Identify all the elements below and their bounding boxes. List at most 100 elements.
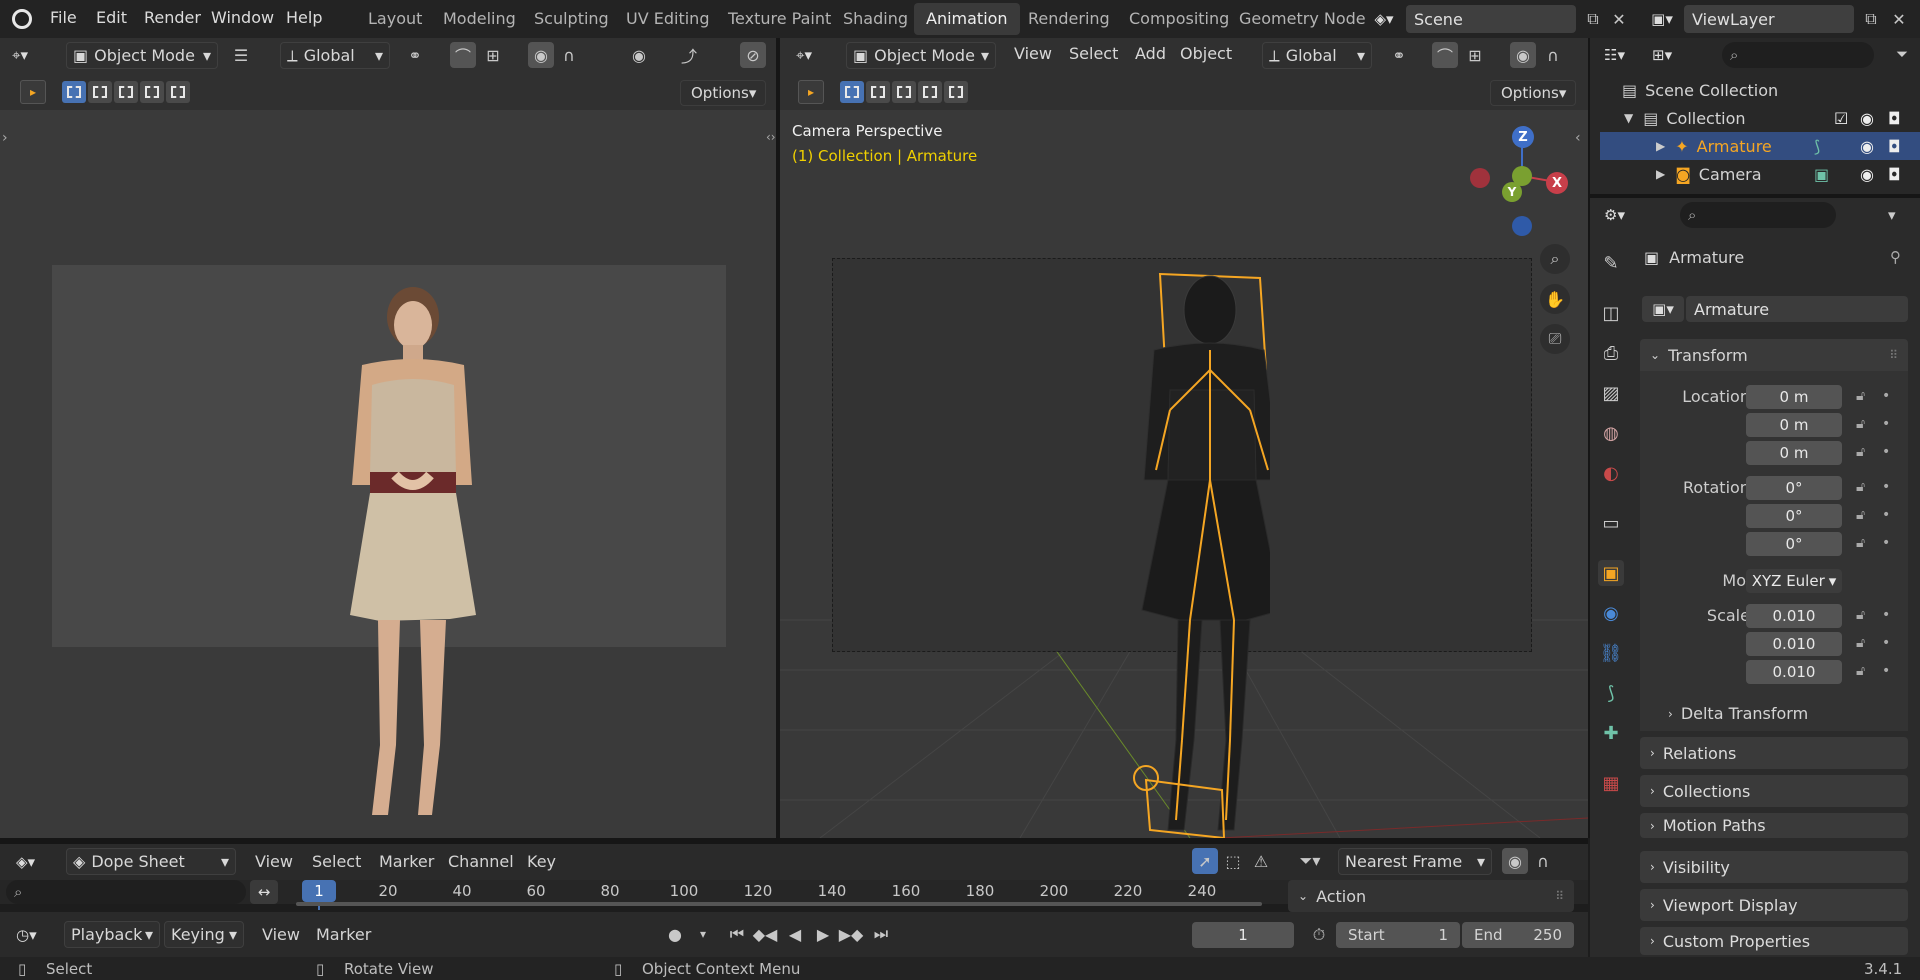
location-y-field[interactable]: 0 m bbox=[1746, 413, 1842, 437]
dopesheet-scrollbar[interactable] bbox=[296, 902, 1262, 906]
keyframe-dot-icon[interactable]: • bbox=[1882, 535, 1890, 551]
lock-icon[interactable]: 🔓︎ bbox=[1856, 635, 1865, 651]
left-mode-dropdown[interactable]: ▣ Object Mode ▾ bbox=[66, 42, 218, 69]
expand-arrow-icon[interactable]: ▶ bbox=[1656, 167, 1665, 181]
tab-animation[interactable]: Animation bbox=[914, 3, 1020, 35]
scale-x-field[interactable]: 0.010 bbox=[1746, 604, 1842, 628]
view-layer-field[interactable]: ViewLayer bbox=[1684, 5, 1854, 33]
armature-data-icon[interactable]: ⟆ bbox=[1814, 137, 1820, 156]
right-selection-mode-group[interactable] bbox=[840, 81, 968, 103]
duplicate-view-layer-icon[interactable]: ⧉ bbox=[1858, 6, 1884, 32]
right-options-dropdown[interactable]: Options ▾ bbox=[1490, 80, 1576, 106]
right-snap-target-icon[interactable]: ⊞ bbox=[1462, 42, 1488, 68]
outliner-row-scene-collection[interactable]: ▤ Scene Collection bbox=[1600, 76, 1920, 104]
view-layer-tab-icon[interactable]: ▨ bbox=[1598, 380, 1624, 406]
tool-tab-icon[interactable]: ✎ bbox=[1598, 250, 1624, 276]
properties-options-icon[interactable]: ▾ bbox=[1888, 206, 1896, 224]
pin-icon[interactable]: ⚲ bbox=[1890, 248, 1901, 266]
dopesheet-proportional-icon[interactable]: ◉ bbox=[1502, 848, 1528, 874]
action-panel[interactable]: ⌄ Action ⠿ bbox=[1288, 880, 1574, 912]
eye-icon[interactable]: ◉ bbox=[1860, 137, 1874, 156]
hamburger-icon[interactable]: ☰ bbox=[228, 42, 254, 68]
play-reverse-icon[interactable]: ◀ bbox=[782, 921, 808, 947]
outliner-row-armature[interactable]: ▶ ✦ Armature ⟆ ◉ ◘ bbox=[1600, 132, 1920, 160]
visibility-icon[interactable]: ◉ bbox=[626, 42, 652, 68]
lock-icon[interactable]: 🔓︎ bbox=[1856, 479, 1865, 495]
motion-paths-panel[interactable]: › Motion Paths bbox=[1640, 813, 1908, 838]
pivot-icon[interactable]: ⚭ bbox=[402, 42, 428, 68]
object-browse-icon[interactable]: ▣▾ bbox=[1642, 296, 1684, 322]
left-orientation-dropdown[interactable]: ⟂ Global ▾ bbox=[280, 42, 390, 69]
right-sidebar-toggle-icon[interactable]: ‹ bbox=[1575, 130, 1581, 146]
lock-icon[interactable]: 🔓︎ bbox=[1856, 607, 1865, 623]
rotation-z-field[interactable]: 0° bbox=[1746, 532, 1842, 556]
navigation-gizmo[interactable]: Z X Y bbox=[1428, 120, 1578, 240]
view-layer-icon[interactable]: ▣▾ bbox=[1644, 5, 1680, 33]
viewport-display-panel[interactable]: › Viewport Display bbox=[1640, 889, 1908, 921]
lock-icon[interactable]: 🔓︎ bbox=[1856, 535, 1865, 551]
right-orientation-dropdown[interactable]: ⟂ Global ▾ bbox=[1262, 42, 1372, 69]
right-select-invert-icon[interactable] bbox=[918, 81, 942, 103]
relations-panel[interactable]: › Relations bbox=[1640, 737, 1908, 769]
duplicate-scene-icon[interactable]: ⧉ bbox=[1580, 6, 1606, 32]
only-errors-icon[interactable]: ⚠ bbox=[1248, 848, 1274, 874]
location-z-field[interactable]: 0 m bbox=[1746, 441, 1842, 465]
physics-tab-icon[interactable]: ◉ bbox=[1598, 600, 1624, 626]
next-keyframe-icon[interactable]: ▶◆ bbox=[838, 921, 864, 947]
dopesheet-menu-select[interactable]: Select bbox=[312, 852, 361, 871]
right-select-subtract-icon[interactable] bbox=[892, 81, 916, 103]
tab-texture-paint[interactable]: Texture Paint bbox=[716, 3, 843, 35]
right-select-new-icon[interactable] bbox=[840, 81, 864, 103]
scale-y-field[interactable]: 0.010 bbox=[1746, 632, 1842, 656]
left-sidebar-toggle-icon[interactable]: › bbox=[2, 130, 8, 146]
show-hidden-icon[interactable]: ⬚ bbox=[1220, 848, 1246, 874]
drag-handle-icon[interactable]: ⠿ bbox=[1555, 889, 1564, 903]
menu-select[interactable]: Select bbox=[1069, 44, 1118, 63]
properties-search-input[interactable]: ⌕ bbox=[1680, 202, 1836, 228]
select-intersect-icon[interactable] bbox=[166, 81, 190, 103]
keyframe-dot-icon[interactable]: • bbox=[1882, 635, 1890, 651]
menu-render[interactable]: Render bbox=[144, 8, 201, 27]
blender-logo[interactable] bbox=[12, 9, 32, 29]
render-camera-icon[interactable]: ◘ bbox=[1888, 165, 1901, 184]
auto-key-options-icon[interactable]: ▾ bbox=[690, 921, 716, 947]
dopesheet-search-input[interactable]: ⌕ bbox=[6, 880, 246, 904]
armature-data-tab-icon[interactable]: ⟆ bbox=[1598, 680, 1624, 706]
tab-layout[interactable]: Layout bbox=[356, 3, 434, 35]
start-frame-field[interactable]: Start 1 bbox=[1336, 922, 1460, 948]
snap-icon[interactable]: ⌒ bbox=[450, 42, 476, 68]
right-select-tool-icon[interactable]: ▸ bbox=[798, 80, 824, 104]
editor-type-icon[interactable]: ⌖▾ bbox=[12, 42, 56, 68]
scene-icon[interactable]: ◈▾ bbox=[1366, 5, 1402, 33]
expand-arrow-icon[interactable]: ▶ bbox=[1656, 139, 1665, 153]
dopesheet-falloff-icon[interactable]: ∩ bbox=[1530, 848, 1556, 874]
select-invert-icon[interactable] bbox=[140, 81, 164, 103]
selection-mode-group[interactable] bbox=[62, 81, 190, 103]
rotation-x-field[interactable]: 0° bbox=[1746, 476, 1842, 500]
stopwatch-icon[interactable]: ⏱ bbox=[1306, 922, 1332, 948]
filter-icon[interactable]: ⏷ bbox=[1896, 45, 1908, 63]
keyframe-dot-icon[interactable]: • bbox=[1882, 663, 1890, 679]
dopesheet-menu-key[interactable]: Key bbox=[527, 852, 556, 871]
rotation-mode-dropdown[interactable]: XYZ Euler ▾ bbox=[1746, 569, 1842, 593]
eye-icon[interactable]: ◉ bbox=[1860, 109, 1874, 128]
keyframe-dot-icon[interactable]: • bbox=[1882, 507, 1890, 523]
right-pivot-icon[interactable]: ⚭ bbox=[1386, 42, 1412, 68]
right-select-extend-icon[interactable] bbox=[866, 81, 890, 103]
keyframe-dot-icon[interactable]: • bbox=[1882, 479, 1890, 495]
keyframe-dot-icon[interactable]: • bbox=[1882, 416, 1890, 432]
close-view-layer-icon[interactable]: ✕ bbox=[1886, 6, 1912, 32]
object-tab-icon[interactable]: ▣ bbox=[1598, 560, 1624, 586]
object-name-field[interactable]: Armature bbox=[1686, 296, 1908, 322]
dopesheet-menu-channel[interactable]: Channel bbox=[448, 852, 514, 871]
menu-file[interactable]: File bbox=[50, 8, 77, 27]
outliner-editor-icon[interactable]: ☷▾ bbox=[1604, 42, 1644, 68]
collection-tab-icon[interactable]: ▭ bbox=[1598, 510, 1624, 536]
constraints-tab-icon[interactable]: ⛓ bbox=[1598, 640, 1624, 666]
right-mode-dropdown[interactable]: ▣ Object Mode ▾ bbox=[846, 42, 996, 69]
camera-data-icon[interactable]: ▣ bbox=[1814, 165, 1829, 184]
outliner-row-collection[interactable]: ▼ ▤ Collection ☑ ◉ ◘ bbox=[1600, 104, 1920, 132]
keying-dropdown[interactable]: Keying ▾ bbox=[164, 921, 244, 948]
delta-transform-subpanel[interactable]: › Delta Transform bbox=[1668, 704, 1808, 723]
lock-icon[interactable]: 🔓︎ bbox=[1856, 416, 1865, 432]
